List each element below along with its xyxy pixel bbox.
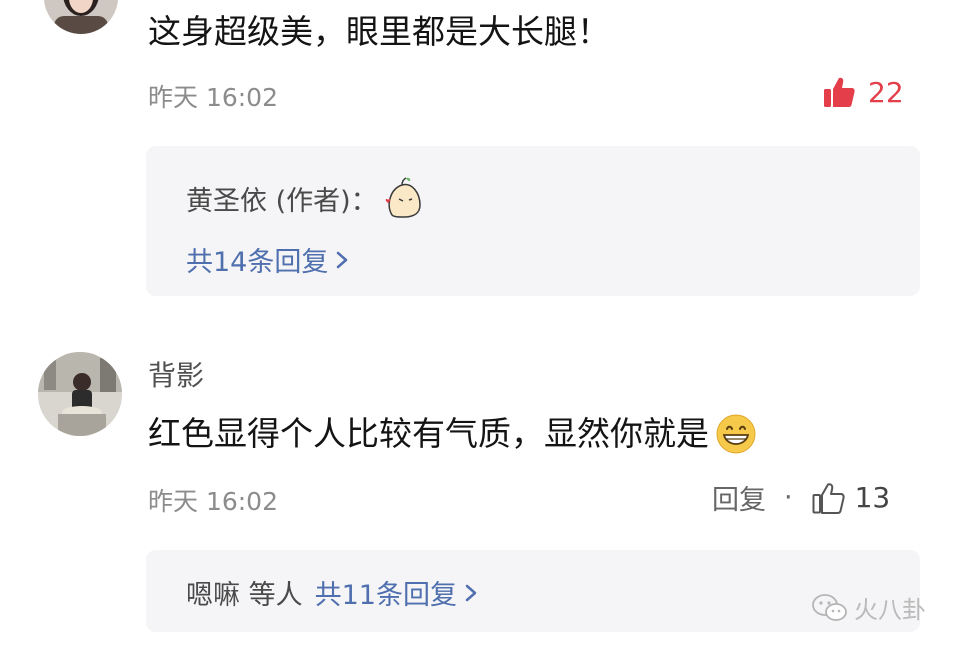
avatar[interactable] (44, 0, 118, 34)
separator-dot: · (784, 482, 793, 513)
reply-author: 黄圣依 (作者)： (186, 185, 378, 217)
comment-time: 昨天 16:02 (148, 487, 278, 516)
wechat-icon (812, 593, 847, 621)
reply-preview-line[interactable]: 嗯嘛 等人 共11条回复 (186, 573, 479, 612)
comment-text: 这身超级美，眼里都是大长腿！ (148, 12, 610, 51)
comment-actions: 回复 · 13 (712, 478, 890, 517)
reply-button[interactable]: 回复 (712, 478, 766, 517)
user-photo-icon (38, 352, 122, 436)
chevron-right-icon (337, 251, 348, 268)
like-count: 22 (868, 75, 904, 109)
comment-time: 昨天 16:02 (148, 83, 278, 112)
comment-text: 红色显得个人比较有气质，显然你就是 (148, 414, 709, 453)
like-button[interactable]: 22 (822, 75, 904, 109)
view-replies-link[interactable]: 共11条回复 (315, 573, 457, 612)
thumbs-up-outline-icon (812, 482, 845, 514)
view-replies-link[interactable]: 共14条回复 (186, 240, 350, 279)
watermark-text: 火八卦 (854, 596, 926, 624)
like-count: 13 (854, 481, 891, 514)
chevron-right-icon (465, 584, 477, 601)
comment-text-row: 红色显得个人比较有气质，显然你就是 (148, 413, 757, 455)
comment-username[interactable]: 背影 (148, 354, 204, 394)
reply-names: 嗯嘛 等人 (186, 580, 303, 611)
user-photo-icon (44, 0, 118, 34)
thumbs-up-filled-icon (824, 77, 855, 107)
grinning-face-icon (716, 414, 756, 454)
bean-sticker-icon (385, 177, 421, 218)
watermark: 火八卦 (810, 590, 926, 625)
like-button[interactable]: 13 (811, 481, 891, 515)
avatar[interactable] (38, 352, 122, 436)
reply-preview-line: 黄圣依 (作者)： (186, 175, 426, 221)
